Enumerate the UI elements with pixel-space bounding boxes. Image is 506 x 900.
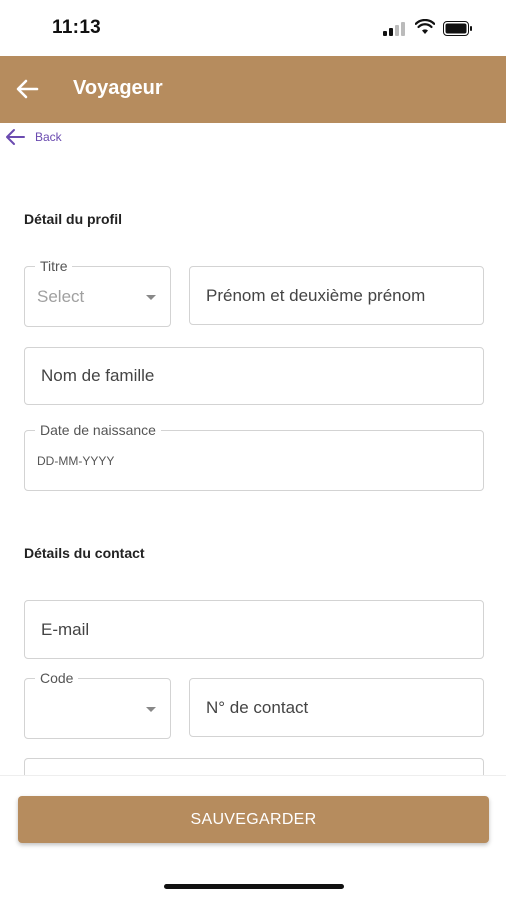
first-name-placeholder: Prénom et deuxième prénom xyxy=(206,285,426,305)
dob-input[interactable]: Date de naissance DD-MM-YYYY xyxy=(24,421,484,491)
back-link[interactable]: Back xyxy=(5,127,62,147)
arrow-left-icon xyxy=(6,129,25,145)
app-bar: Voyageur xyxy=(0,56,506,123)
titre-select[interactable]: Titre Select xyxy=(24,257,171,327)
titre-label: Titre xyxy=(35,257,73,275)
back-link-label: Back xyxy=(35,130,62,144)
last-name-placeholder: Nom de famille xyxy=(41,366,155,385)
email-input[interactable]: E-mail xyxy=(24,600,484,659)
save-button[interactable]: SAUVEGARDER xyxy=(18,796,489,843)
chevron-down-icon xyxy=(146,706,156,712)
page-title: Voyageur xyxy=(73,77,163,99)
chevron-down-icon xyxy=(146,294,156,300)
battery-icon xyxy=(443,21,472,36)
titre-value: Select xyxy=(37,286,85,306)
first-name-input[interactable]: Prénom et deuxième prénom xyxy=(189,266,484,325)
phone-input[interactable]: N° de contact xyxy=(189,678,484,737)
contact-section-title: Détails du contact xyxy=(24,545,145,561)
last-name-input[interactable]: Nom de famille xyxy=(24,347,484,405)
dob-placeholder: DD-MM-YYYY xyxy=(37,454,115,468)
profile-section-title: Détail du profil xyxy=(24,211,122,227)
phone-placeholder: N° de contact xyxy=(206,697,309,717)
code-label: Code xyxy=(35,669,79,687)
back-arrow-icon[interactable] xyxy=(15,78,39,100)
wifi-icon xyxy=(415,19,435,34)
status-bar: 11:13 xyxy=(0,0,506,56)
code-select[interactable]: Code xyxy=(24,669,171,739)
dob-label: Date de naissance xyxy=(35,421,161,439)
home-indicator xyxy=(164,884,344,889)
signal-icon xyxy=(383,22,407,36)
status-time: 11:13 xyxy=(52,17,102,38)
email-placeholder: E-mail xyxy=(41,619,90,639)
divider xyxy=(0,775,506,776)
